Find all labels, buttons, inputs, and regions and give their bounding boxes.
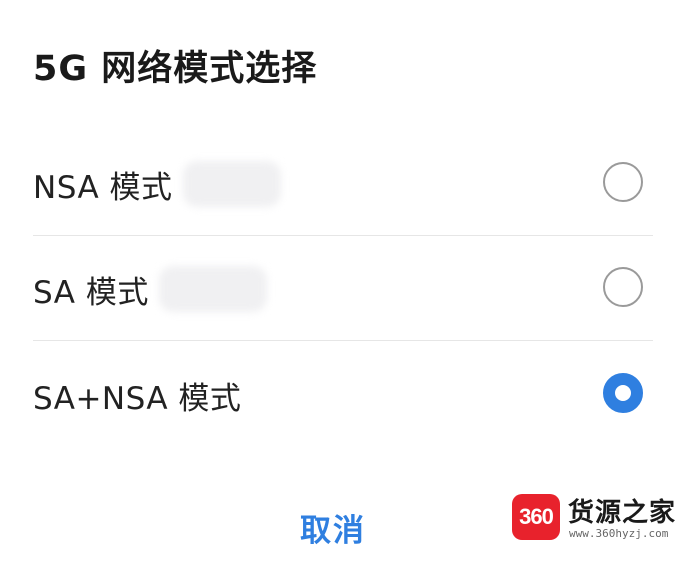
option-label: SA+NSA 模式 [33,380,242,417]
watermark-logo: 360 货源之家 www.360hyzj.com [512,492,688,546]
divider [33,235,653,236]
option-label: SA 模式 [33,274,149,311]
radio-button-nsa[interactable] [603,162,643,202]
divider [33,340,653,341]
blurred-text [158,266,267,312]
option-sa-mode[interactable]: SA 模式 [33,237,653,341]
option-nsa-mode[interactable]: NSA 模式 [33,132,653,236]
option-sa-nsa-mode[interactable]: SA+NSA 模式 [33,343,653,447]
radio-button-sa[interactable] [603,267,643,307]
watermark-badge: 360 [512,494,560,540]
watermark-url: www.360hyzj.com [569,527,669,540]
watermark-name: 货源之家 [568,498,677,528]
cancel-button[interactable]: 取消 [300,505,366,550]
blurred-text [182,161,281,207]
option-label: NSA 模式 [33,169,173,206]
dialog-title: 5G 网络模式选择 [33,49,318,89]
radio-button-sa-nsa[interactable] [603,373,643,413]
network-mode-dialog: 5G 网络模式选择 NSA 模式 SA 模式 SA+NSA 模式 取消 360 … [0,0,692,571]
